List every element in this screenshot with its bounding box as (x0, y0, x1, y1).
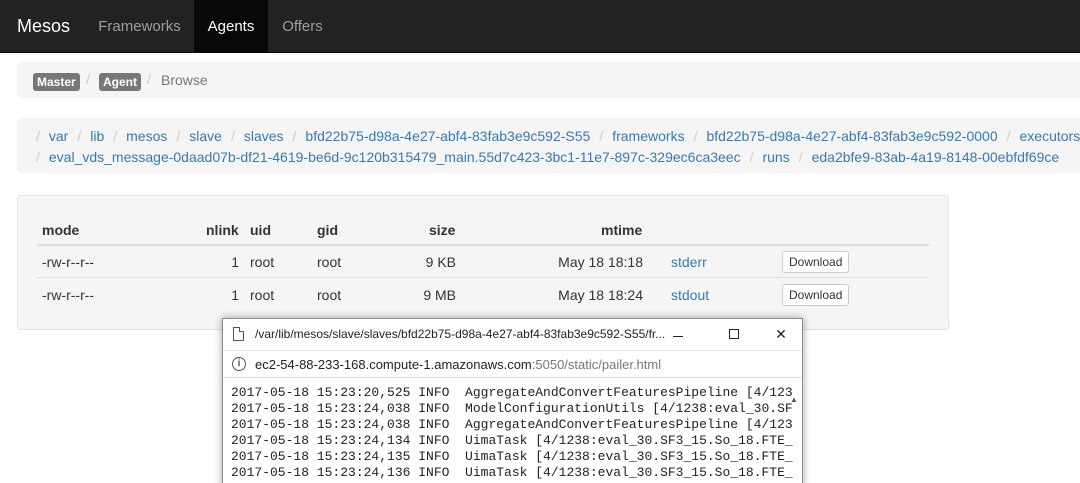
close-button[interactable]: ✕ (767, 322, 795, 346)
popup-url[interactable]: ec2-54-88-233-168.compute-1.amazonaws.co… (255, 357, 661, 372)
breadcrumb-agent[interactable]: Agent (99, 73, 141, 91)
minimize-button[interactable] (665, 322, 693, 346)
path-segment-link[interactable]: var (49, 128, 77, 144)
cell-mtime: May 18 18:18 (558, 254, 643, 270)
column-header-uid[interactable]: uid (250, 222, 271, 238)
cell-size: 9 KB (425, 254, 456, 270)
path-separator: / (36, 149, 40, 165)
top-navbar: Mesos Frameworks Agents Offers (0, 0, 1080, 53)
column-header-mtime[interactable]: mtime (601, 222, 642, 238)
breadcrumb-master[interactable]: Master (33, 73, 80, 91)
table-header-divider (37, 244, 929, 246)
cell-nlink: 1 (231, 287, 239, 303)
path-segment-link[interactable]: executors (1020, 128, 1080, 144)
path-segment-link[interactable]: lib (90, 128, 113, 144)
column-header-size[interactable]: size (429, 222, 455, 238)
path-separator: / (693, 128, 698, 144)
file-link-stderr[interactable]: stderr (671, 254, 707, 270)
nav-frameworks[interactable]: Frameworks (86, 0, 193, 53)
path-line-2: / eval_vds_message-0daad07b-df21-4619-be6… (36, 149, 1068, 165)
cell-uid: root (250, 254, 275, 270)
column-header-mode[interactable]: mode (42, 222, 79, 238)
breadcrumb-separator: / (147, 71, 151, 87)
close-icon: ✕ (775, 326, 787, 342)
popup-address-bar[interactable]: i ec2-54-88-233-168.compute-1.amazonaws.… (223, 350, 802, 378)
cell-gid: root (317, 287, 342, 303)
path-line-1: / var / lib / mesos / slave / slaves / bfd22b75-d98… (36, 128, 1080, 144)
cell-gid: root (317, 254, 342, 270)
log-line: 2017-05-18 15:23:24,038 INFO ModelConfig… (231, 401, 793, 416)
path-separator: / (798, 149, 803, 165)
nav-agents[interactable]: Agents (194, 0, 268, 53)
path-segment-link[interactable]: eda2bfe9-83ab-4a19-8148-00ebfdf69ce (812, 149, 1069, 165)
breadcrumb-separator: / (86, 71, 90, 87)
path-separator: / (292, 128, 297, 144)
breadcrumb: Master / Agent / Browse (17, 62, 1080, 98)
brand-logo[interactable]: Mesos (17, 0, 70, 53)
cell-size: 9 MB (423, 287, 456, 303)
path-separator: / (77, 128, 82, 144)
log-output[interactable]: 2017-05-18 15:23:20,525 INFO AggregateAn… (231, 385, 793, 481)
breadcrumb-browse: Browse (161, 72, 208, 88)
path-breadcrumb: / var / lib / mesos / slave / slaves / bfd22b75-d98… (17, 118, 1080, 173)
nav-offers[interactable]: Offers (269, 0, 336, 53)
column-header-gid[interactable]: gid (317, 222, 338, 238)
path-segment-link[interactable]: eval_vds_message-0daad07b-df21-4619-be6d… (49, 149, 750, 165)
log-line: 2017-05-18 15:23:20,525 INFO AggregateAn… (231, 385, 793, 400)
document-icon (233, 327, 244, 341)
path-segment-link[interactable]: bfd22b75-d98a-4e27-abf4-83fab3e9c592-000… (706, 128, 1006, 144)
file-link-stdout-text[interactable]: stdout (671, 287, 709, 303)
download-button[interactable]: Download (782, 251, 850, 273)
path-separator: / (749, 149, 754, 165)
path-separator: / (113, 128, 118, 144)
path-separator: / (599, 128, 604, 144)
path-segment-link[interactable]: slaves (244, 128, 293, 144)
path-separator: / (230, 128, 235, 144)
path-segment-link[interactable]: mesos (126, 128, 176, 144)
column-header-nlink[interactable]: nlink (206, 222, 239, 238)
maximize-icon (729, 329, 739, 339)
log-line: 2017-05-18 15:23:24,136 INFO UimaTask [4… (231, 465, 793, 480)
url-path: :5050/static/pailer.html (531, 357, 662, 372)
scroll-up-arrow-icon[interactable]: ▲ (790, 395, 798, 404)
path-segment-link[interactable]: frameworks (612, 128, 693, 144)
popup-titlebar[interactable]: /var/lib/mesos/slave/slaves/bfd22b75-d98… (223, 319, 802, 350)
url-host: ec2-54-88-233-168.compute-1.amazonaws.co… (255, 357, 532, 372)
file-link-stderr-text[interactable]: stderr (671, 254, 707, 270)
pailer-popup-window[interactable]: /var/lib/mesos/slave/slaves/bfd22b75-d98… (222, 318, 803, 483)
download-button[interactable]: Download (782, 284, 850, 306)
log-line: 2017-05-18 15:23:24,134 INFO UimaTask [4… (231, 433, 793, 448)
info-icon[interactable]: i (232, 357, 246, 371)
path-separator: / (176, 128, 181, 144)
path-segment-link[interactable]: runs (762, 149, 798, 165)
cell-nlink: 1 (231, 254, 239, 270)
cell-mtime: May 18 18:24 (558, 287, 643, 303)
cell-uid: root (250, 287, 275, 303)
row-divider (37, 277, 929, 278)
path-separator: / (1006, 128, 1011, 144)
log-line: 2017-05-18 15:23:24,038 INFO AggregateAn… (231, 417, 793, 432)
log-line: 2017-05-18 15:23:24,135 INFO UimaTask [4… (231, 449, 793, 464)
minimize-icon (673, 336, 683, 337)
path-separator: / (36, 128, 40, 144)
path-segment-link[interactable]: slave (189, 128, 231, 144)
cell-mode: -rw-r--r-- (42, 287, 95, 303)
maximize-button[interactable] (720, 322, 748, 346)
cell-mode: -rw-r--r-- (42, 254, 95, 270)
file-link-stdout[interactable]: stdout (671, 287, 709, 303)
path-segment-link[interactable]: bfd22b75-d98a-4e27-abf4-83fab3e9c592-S55 (305, 128, 599, 144)
popup-title: /var/lib/mesos/slave/slaves/bfd22b75-d98… (255, 327, 665, 341)
